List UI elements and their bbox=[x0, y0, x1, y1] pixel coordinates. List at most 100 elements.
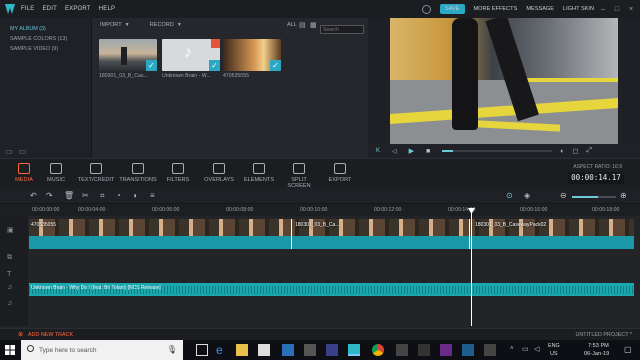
windows-start-icon[interactable] bbox=[5, 345, 15, 355]
user-account-icon[interactable] bbox=[422, 4, 431, 14]
snapshot-icon[interactable]: ◻ bbox=[573, 147, 579, 155]
audio-clip-track[interactable]: Unknown Brain - Why Do I (feat. Bri Tola… bbox=[29, 283, 634, 296]
windows-taskbar: Type here to search 🎙 e ˄ ▭ ◁ ENG US 7:5… bbox=[0, 340, 640, 360]
fullscreen-icon[interactable]: ⤢ bbox=[586, 147, 592, 155]
aspect-ratio-label[interactable]: ASPECT RATIO: 16:9 bbox=[573, 164, 622, 170]
play-icon[interactable]: ▶ bbox=[409, 147, 414, 155]
cut-icon[interactable]: ✂ bbox=[82, 191, 89, 200]
task-view-icon[interactable] bbox=[196, 344, 208, 356]
delete-icon[interactable]: 🗑 bbox=[64, 191, 74, 200]
message-link[interactable]: MESSAGE bbox=[526, 6, 554, 12]
preview-player[interactable] bbox=[390, 18, 618, 144]
minimize-icon[interactable]: – bbox=[598, 6, 608, 13]
media-item[interactable]: ✓ bbox=[99, 39, 157, 71]
prev-frame-icon[interactable]: K bbox=[376, 148, 380, 154]
clock-date[interactable]: 06-Jan-19 bbox=[584, 351, 609, 357]
filmora-icon[interactable] bbox=[348, 344, 360, 356]
marker-icon[interactable]: ◈ bbox=[524, 191, 530, 200]
tab-label: MUSIC bbox=[46, 177, 66, 183]
time-ruler[interactable]: 00:00:00:00 00:00:04:00 00:00:06:00 00:0… bbox=[0, 204, 640, 216]
remove-folder-icon[interactable]: ▭ bbox=[19, 147, 27, 156]
render-icon[interactable]: ⊙ bbox=[506, 191, 513, 200]
menu-help[interactable]: HELP bbox=[99, 6, 115, 12]
zoom-in-icon[interactable]: ⊕ bbox=[620, 191, 627, 200]
app-icon[interactable] bbox=[326, 344, 338, 356]
playhead[interactable] bbox=[471, 208, 472, 326]
video-clip-track[interactable]: 470535055 180301_03_B_Ca... 180301_03_B_… bbox=[29, 219, 634, 249]
timecode-display: 00:00:14.17 bbox=[568, 172, 624, 184]
playback-progress[interactable] bbox=[442, 150, 553, 152]
crop-icon[interactable]: ⌗ bbox=[100, 191, 105, 201]
tab-label: MEDIA bbox=[15, 177, 33, 183]
zoom-slider[interactable] bbox=[572, 196, 616, 198]
add-new-track-button[interactable]: ADD NEW TRACK bbox=[28, 332, 73, 338]
tab-export[interactable]: EXPORT bbox=[326, 163, 354, 183]
media-item[interactable]: ♪ ✓ bbox=[162, 39, 220, 71]
chrome-icon[interactable] bbox=[372, 344, 384, 356]
tab-split-screen[interactable]: SPLIT SCREEN bbox=[279, 163, 319, 189]
stop-icon[interactable]: ■ bbox=[426, 148, 430, 155]
import-dropdown[interactable]: IMPORT bbox=[100, 22, 122, 28]
redo-icon[interactable]: ↷ bbox=[46, 191, 53, 200]
clip-label: 470535055 bbox=[31, 222, 57, 228]
tab-filters[interactable]: FILTERS bbox=[166, 163, 190, 183]
grid-view-icon[interactable]: ▦ bbox=[310, 21, 317, 29]
store-icon[interactable] bbox=[258, 344, 270, 356]
tab-transitions[interactable]: TRANSITIONS bbox=[118, 163, 158, 183]
app-icon[interactable] bbox=[484, 344, 496, 356]
more-effects-link[interactable]: MORE EFFECTS bbox=[474, 6, 518, 12]
maximize-icon[interactable]: □ bbox=[612, 6, 622, 13]
taskbar-search-input[interactable]: Type here to search 🎙 bbox=[21, 340, 183, 360]
library-panel: MY ALBUM (3) SAMPLE COLORS (13) SAMPLE V… bbox=[0, 18, 92, 158]
volume-icon[interactable]: ◐ bbox=[560, 148, 564, 155]
app-icon[interactable] bbox=[462, 344, 474, 356]
file-explorer-icon[interactable] bbox=[236, 344, 248, 356]
close-icon[interactable]: × bbox=[626, 6, 636, 13]
add-folder-icon[interactable]: ▭ bbox=[5, 147, 13, 156]
tray-chevron-icon[interactable]: ˄ bbox=[510, 346, 514, 352]
library-item-my-album[interactable]: MY ALBUM (3) bbox=[0, 24, 91, 34]
speed-icon[interactable]: ◔ bbox=[116, 191, 121, 200]
edge-icon[interactable]: e bbox=[216, 344, 228, 356]
menu-file[interactable]: FILE bbox=[21, 6, 34, 12]
ruler-tick: 00:00:12:00 bbox=[374, 207, 402, 213]
media-search-input[interactable]: Search bbox=[320, 25, 364, 34]
tab-elements[interactable]: ELEMENTS bbox=[243, 163, 275, 183]
volume-icon[interactable]: ◁ bbox=[534, 345, 539, 353]
app-icon[interactable] bbox=[418, 344, 430, 356]
library-item-sample-video[interactable]: SAMPLE VIDEO (9) bbox=[0, 44, 91, 54]
microphone-icon[interactable]: 🎙 bbox=[167, 345, 177, 354]
tab-music[interactable]: MUSIC bbox=[42, 163, 70, 183]
app-icon[interactable] bbox=[282, 344, 294, 356]
filter-all-dropdown[interactable]: ALL bbox=[287, 22, 297, 28]
menu-export[interactable]: EXPORT bbox=[65, 6, 91, 12]
audio-mixer-icon[interactable]: ≡ bbox=[150, 191, 155, 200]
zoom-out-icon[interactable]: ⊖ bbox=[560, 191, 567, 200]
app-icon[interactable] bbox=[304, 344, 316, 356]
add-track-icon[interactable]: ⊕ bbox=[18, 331, 23, 338]
ruler-tick: 00:00:16:00 bbox=[520, 207, 548, 213]
app-logo bbox=[5, 4, 15, 14]
tab-text-credit[interactable]: TEXT/CREDIT bbox=[76, 163, 116, 183]
region-label[interactable]: US bbox=[550, 351, 558, 357]
save-button[interactable]: SAVE bbox=[440, 4, 465, 14]
record-dropdown[interactable]: RECORD bbox=[150, 22, 174, 28]
library-item-sample-colors[interactable]: SAMPLE COLORS (13) bbox=[0, 34, 91, 44]
media-panel: IMPORT ▼ RECORD ▼ ALL ▤ ▦ Search ✓ 18030… bbox=[92, 18, 368, 158]
tab-media[interactable]: MEDIA bbox=[12, 163, 36, 183]
text-track-icon: T bbox=[7, 271, 12, 278]
language-label[interactable]: ENG bbox=[548, 343, 560, 349]
network-icon[interactable]: ▭ bbox=[522, 345, 529, 353]
list-view-icon[interactable]: ▤ bbox=[299, 21, 306, 29]
step-back-icon[interactable]: ◁ bbox=[392, 148, 397, 155]
light-skin-link[interactable]: LIGHT SKIN bbox=[563, 6, 594, 12]
undo-icon[interactable]: ↶ bbox=[30, 191, 37, 200]
notifications-icon[interactable]: ▢ bbox=[624, 345, 632, 354]
media-item[interactable]: ✓ bbox=[223, 39, 281, 71]
app-icon[interactable] bbox=[396, 344, 408, 356]
menu-edit[interactable]: EDIT bbox=[42, 6, 56, 12]
tab-overlays[interactable]: OVERLAYS bbox=[204, 163, 234, 183]
app-icon[interactable] bbox=[440, 344, 452, 356]
clock-time[interactable]: 7:53 PM bbox=[588, 343, 609, 349]
color-icon[interactable]: ◑ bbox=[132, 191, 137, 200]
